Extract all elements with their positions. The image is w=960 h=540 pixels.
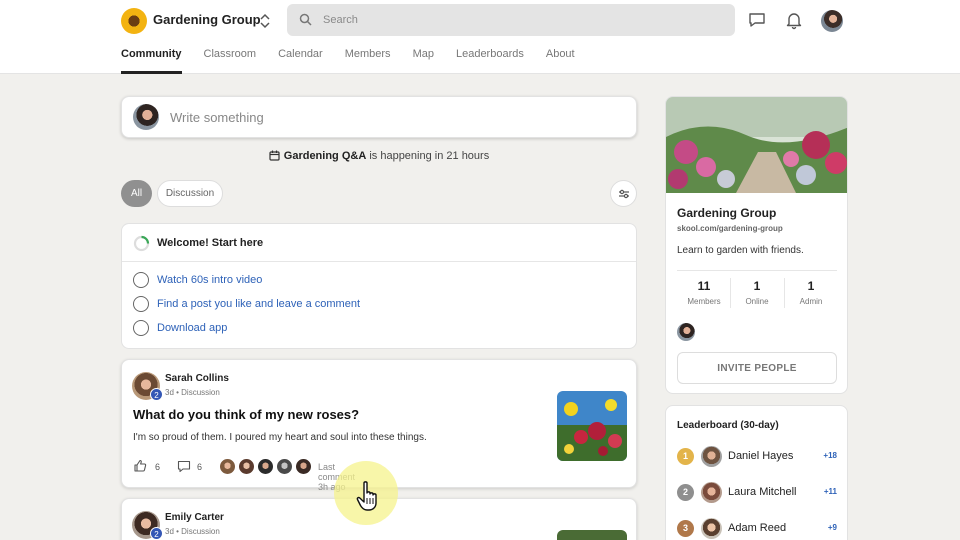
leader-name[interactable]: Daniel Hayes — [728, 450, 793, 462]
thumbs-up-icon[interactable] — [133, 459, 147, 473]
nav-tabs: Community Classroom Calendar Members Map… — [121, 48, 597, 74]
leader-points: +9 — [827, 523, 837, 532]
level-badge: 2 — [150, 388, 163, 401]
sliders-icon — [619, 189, 629, 199]
event-time: is happening in 21 hours — [366, 150, 490, 162]
welcome-title: Welcome! Start here — [157, 237, 264, 249]
stat-label: Admin — [799, 297, 823, 306]
checkbox-circle-icon[interactable] — [133, 272, 149, 288]
tab-classroom[interactable]: Classroom — [204, 48, 257, 74]
post-thumbnail-image[interactable] — [557, 391, 627, 461]
filter-discussion-chip[interactable]: Discussion — [157, 180, 223, 207]
leaderboard-title[interactable]: Leaderboard (30-day) — [677, 420, 779, 431]
tab-leaderboards[interactable]: Leaderboards — [456, 48, 524, 74]
stat-value: 11 — [697, 279, 711, 293]
bell-icon[interactable] — [784, 10, 804, 30]
comment-count: 6 — [197, 462, 203, 472]
avatar[interactable] — [701, 518, 722, 539]
commenter-avatar[interactable] — [219, 458, 236, 475]
chevron-updown-icon[interactable] — [258, 12, 272, 30]
medal-icon: 3 — [677, 520, 694, 537]
leader-name[interactable]: Adam Reed — [728, 522, 786, 534]
tab-community[interactable]: Community — [121, 48, 182, 74]
task-label[interactable]: Download app — [157, 322, 227, 334]
stat-value: 1 — [753, 279, 761, 293]
leader-name[interactable]: Laura Mitchell — [728, 486, 796, 498]
tab-calendar[interactable]: Calendar — [278, 48, 323, 74]
write-post-box[interactable]: Write something — [121, 96, 637, 138]
like-count: 6 — [155, 462, 161, 472]
group-description: Learn to garden with friends. — [677, 245, 804, 256]
stat-label: Online — [745, 297, 769, 306]
leaderboard-row[interactable]: 1 Daniel Hayes +18 — [677, 446, 837, 470]
top-header: Gardening Group Community Classroom Cale… — [0, 0, 960, 74]
welcome-checklist: Welcome! Start here Watch 60s intro vide… — [121, 223, 637, 349]
post-meta: 3d • Discussion — [165, 388, 220, 397]
hand-pointer-cursor-icon — [356, 481, 377, 511]
commenter-avatar[interactable] — [276, 458, 293, 475]
leader-points: +18 — [823, 451, 837, 460]
medal-icon: 2 — [677, 484, 694, 501]
stat-members[interactable]: 11 Members — [677, 271, 731, 309]
post-author[interactable]: Emily Carter — [165, 512, 224, 523]
tab-map[interactable]: Map — [413, 48, 434, 74]
leaderboard-row[interactable]: 3 Adam Reed +9 — [677, 518, 837, 540]
tab-about[interactable]: About — [546, 48, 575, 74]
medal-icon: 1 — [677, 448, 694, 465]
post-thumbnail-image[interactable] — [557, 530, 627, 540]
commenter-avatar[interactable] — [295, 458, 312, 475]
stat-label: Members — [687, 297, 721, 306]
search-icon — [299, 13, 312, 26]
group-url[interactable]: skool.com/gardening-group — [677, 224, 783, 233]
stat-online[interactable]: 1 Online — [730, 271, 784, 309]
commenter-avatar[interactable] — [238, 458, 255, 475]
checkbox-circle-icon[interactable] — [133, 320, 149, 336]
search-input[interactable] — [323, 4, 723, 36]
task-label[interactable]: Watch 60s intro video — [157, 274, 262, 286]
stat-admin[interactable]: 1 Admin — [784, 271, 838, 309]
avatar[interactable] — [701, 482, 722, 503]
avatar — [133, 104, 159, 130]
stat-value: 1 — [807, 279, 815, 293]
level-badge: 2 — [150, 527, 163, 540]
event-banner[interactable]: Gardening Q&A is happening in 21 hours — [121, 150, 637, 162]
welcome-header[interactable]: Welcome! Start here — [122, 224, 636, 262]
progress-ring-icon — [133, 235, 150, 252]
group-name[interactable]: Gardening Group — [153, 12, 261, 27]
calendar-icon — [269, 150, 280, 161]
commenter-avatar[interactable] — [257, 458, 274, 475]
post-title[interactable]: What do you think of my new roses? — [133, 407, 359, 422]
user-avatar[interactable] — [821, 10, 843, 32]
post-meta: 3d • Discussion — [165, 527, 220, 536]
comment-icon[interactable] — [177, 460, 191, 473]
member-avatar[interactable] — [677, 323, 695, 341]
filter-settings-button[interactable] — [610, 180, 637, 207]
leader-points: +11 — [823, 487, 837, 496]
group-title: Gardening Group — [677, 206, 777, 220]
group-about-card: Gardening Group skool.com/gardening-grou… — [665, 96, 848, 394]
search-bar[interactable] — [287, 4, 735, 36]
avatar[interactable] — [701, 446, 722, 467]
post-author[interactable]: Sarah Collins — [165, 373, 229, 384]
task-label[interactable]: Find a post you like and leave a comment — [157, 298, 360, 310]
group-cover-image — [666, 97, 847, 193]
checkbox-circle-icon[interactable] — [133, 296, 149, 312]
sunflower-logo[interactable] — [121, 8, 147, 34]
chat-icon[interactable] — [747, 10, 767, 30]
leaderboard-card: Leaderboard (30-day) 1 Daniel Hayes +18 … — [665, 405, 848, 540]
leaderboard-row[interactable]: 2 Laura Mitchell +11 — [677, 482, 837, 506]
tab-members[interactable]: Members — [345, 48, 391, 74]
event-name[interactable]: Gardening Q&A — [284, 150, 367, 162]
invite-people-button[interactable]: INVITE PEOPLE — [677, 352, 837, 384]
filter-all-chip[interactable]: All — [121, 180, 152, 207]
composer-placeholder: Write something — [170, 110, 264, 125]
post-body: I'm so proud of them. I poured my heart … — [133, 432, 427, 443]
